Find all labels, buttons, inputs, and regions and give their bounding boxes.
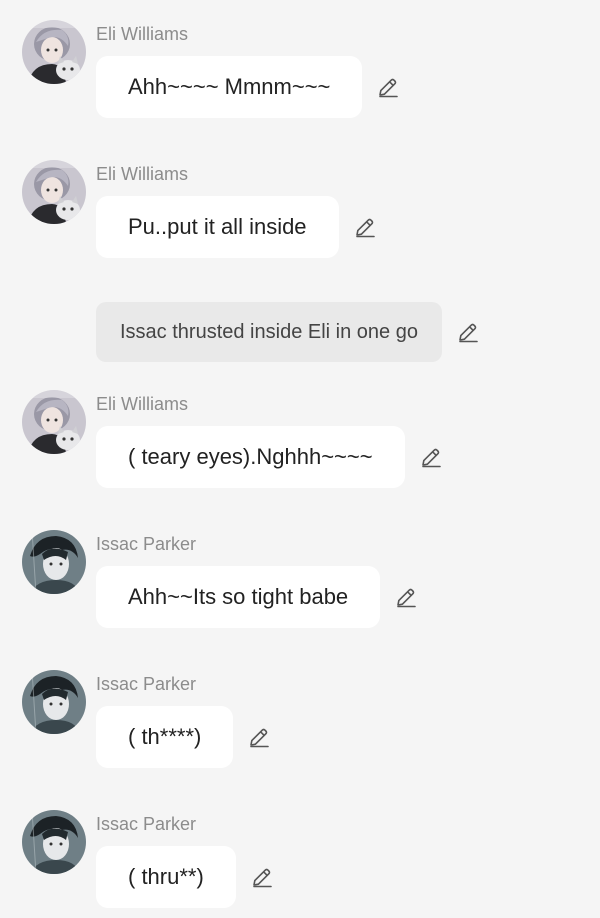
message-bubble: ( th****) [96, 706, 234, 768]
eli-avatar[interactable] [22, 390, 86, 454]
pencil-icon[interactable] [250, 865, 274, 889]
message-row: Issac Parker Ahh~~Its so tight babe [0, 510, 600, 650]
message-row: Eli Williams ( teary eyes).Nghhh~~~~ [0, 370, 600, 510]
sender-name: Eli Williams [96, 394, 188, 414]
sender-name: Eli Williams [96, 164, 188, 184]
narration-bubble: Issac thrusted inside Eli in one go [96, 302, 442, 362]
sender-name: Issac Parker [96, 534, 197, 554]
sender-name: Issac Parker [96, 674, 197, 694]
message-bubble: Ahh~~Its so tight babe [96, 566, 381, 628]
issac-avatar[interactable] [22, 810, 86, 874]
message-bubble: ( teary eyes).Nghhh~~~~ [96, 426, 405, 488]
eli-avatar[interactable] [22, 20, 86, 84]
sender-name: Issac Parker [96, 814, 197, 834]
message-row: Eli Williams Pu..put it all inside [0, 140, 600, 280]
message-bubble: Ahh~~~~ Mmnm~~~ [96, 56, 363, 118]
pencil-icon[interactable] [456, 320, 480, 344]
issac-avatar[interactable] [22, 530, 86, 594]
message-row: Issac Parker ( thru**) [0, 790, 600, 918]
pencil-icon[interactable] [247, 725, 271, 749]
chat-log: Eli Williams Ahh~~~~ Mmnm~~~ Eli William… [0, 0, 600, 918]
message-bubble: ( thru**) [96, 846, 236, 908]
message-row: Eli Williams Ahh~~~~ Mmnm~~~ [0, 0, 600, 140]
pencil-icon[interactable] [419, 445, 443, 469]
pencil-icon[interactable] [376, 75, 400, 99]
eli-avatar[interactable] [22, 160, 86, 224]
pencil-icon[interactable] [394, 585, 418, 609]
pencil-icon[interactable] [353, 215, 377, 239]
narration-row: Issac thrusted inside Eli in one go [0, 302, 600, 362]
message-row: Issac Parker ( th****) [0, 650, 600, 790]
sender-name: Eli Williams [96, 24, 188, 44]
issac-avatar[interactable] [22, 670, 86, 734]
message-bubble: Pu..put it all inside [96, 196, 339, 258]
